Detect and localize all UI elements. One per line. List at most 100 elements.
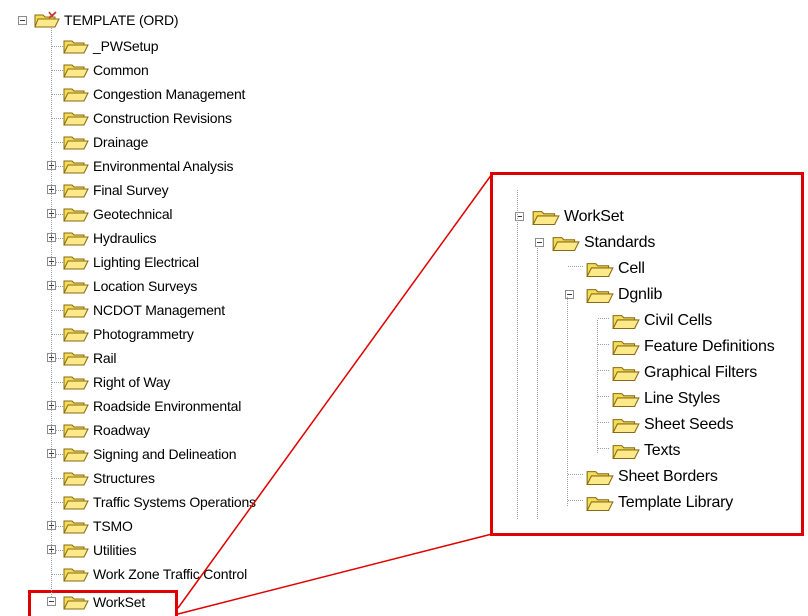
tree-item-label: Signing and Delineation (93, 446, 237, 462)
expand-icon[interactable] (47, 281, 56, 290)
tree-item[interactable]: Roadway (62, 418, 150, 442)
expand-icon[interactable] (47, 521, 56, 530)
tree-node-root[interactable]: TEMPLATE (ORD) (18, 8, 179, 32)
zoom-node-label: WorkSet (564, 208, 624, 225)
zoom-node-label: Line Styles (644, 390, 721, 407)
zoom-node-label: Dgnlib (618, 286, 663, 303)
collapse-icon[interactable] (18, 16, 27, 25)
folder-icon (586, 471, 614, 486)
tree-item-label: NCDOT Management (93, 302, 225, 318)
folder-icon (63, 40, 89, 54)
zoom-node-cell[interactable]: Cell (585, 257, 645, 281)
zoom-node-dgnlib[interactable]: Dgnlib (585, 283, 662, 307)
tree-item[interactable]: Environmental Analysis (62, 154, 234, 178)
zoom-node-label: Texts (644, 442, 681, 459)
tree-item[interactable]: Final Survey (62, 178, 169, 202)
folder-icon (63, 472, 89, 486)
tree-item[interactable]: NCDOT Management (62, 298, 225, 322)
zoom-callout-box: WorkSet Standards Cell Dgnlib Civil Cell… (490, 172, 804, 536)
tree-item[interactable]: Right of Way (62, 370, 170, 394)
expand-icon[interactable] (47, 449, 56, 458)
folder-icon (63, 64, 89, 78)
tree-item[interactable]: Work Zone Traffic Control (62, 562, 247, 586)
tree-item[interactable]: Geotechnical (62, 202, 173, 226)
folder-icon (63, 112, 89, 126)
zoom-node-sheet-borders[interactable]: Sheet Borders (585, 465, 718, 489)
zoom-node-label: Civil Cells (644, 312, 713, 329)
folder-icon (63, 544, 89, 558)
tree-item-label: Utilities (93, 542, 137, 558)
folder-icon (63, 184, 89, 198)
folder-icon (63, 376, 89, 390)
tree-item[interactable]: Drainage (62, 130, 148, 154)
tree-item-label: Geotechnical (93, 206, 173, 222)
tree-item[interactable]: Structures (62, 466, 155, 490)
expand-icon[interactable] (47, 425, 56, 434)
folder-icon (63, 520, 89, 534)
tree-item-label: Hydraulics (93, 230, 157, 246)
zoom-node-label: Feature Definitions (644, 338, 775, 355)
tree-item[interactable]: Construction Revisions (62, 106, 232, 130)
tree-item[interactable]: Rail (62, 346, 117, 370)
collapse-icon[interactable] (535, 238, 544, 247)
tree-item[interactable]: _PWSetup (62, 34, 159, 58)
collapse-icon[interactable] (565, 290, 574, 299)
folder-icon (586, 289, 614, 304)
tree-item[interactable]: Lighting Electrical (62, 250, 199, 274)
tree-item[interactable]: Traffic Systems Operations (62, 490, 256, 514)
tree-item[interactable]: Common (62, 58, 149, 82)
zoom-node-feature-definitions[interactable]: Feature Definitions (611, 335, 775, 359)
expand-icon[interactable] (47, 545, 56, 554)
expand-icon[interactable] (47, 233, 56, 242)
expand-icon[interactable] (47, 257, 56, 266)
folder-icon (612, 445, 640, 460)
expand-icon[interactable] (47, 401, 56, 410)
folder-icon (63, 280, 89, 294)
folder-icon (63, 400, 89, 414)
tree-item[interactable]: TSMO (62, 514, 133, 538)
zoom-node-sheet-seeds[interactable]: Sheet Seeds (611, 413, 734, 437)
zoom-node-standards[interactable]: Standards (551, 231, 655, 255)
folder-icon (63, 448, 89, 462)
folder-icon (63, 136, 89, 150)
tree-item-label: Common (93, 62, 149, 78)
expand-icon[interactable] (47, 209, 56, 218)
tree-item[interactable]: Roadside Environmental (62, 394, 241, 418)
tree-item-label: Drainage (93, 134, 149, 150)
tree-node-root-label: TEMPLATE (ORD) (64, 12, 179, 28)
tree-item[interactable]: Location Surveys (62, 274, 197, 298)
expand-icon[interactable] (47, 185, 56, 194)
tree-item[interactable]: Hydraulics (62, 226, 157, 250)
folder-icon (612, 315, 640, 330)
folder-icon (612, 419, 640, 434)
project-explorer-tree: TEMPLATE (ORD) _PWSetup Common Congestio… (0, 0, 808, 616)
tree-item[interactable]: Utilities (62, 538, 137, 562)
zoom-node-texts[interactable]: Texts (611, 439, 681, 463)
expand-icon[interactable] (47, 353, 56, 362)
highlight-box-workset (28, 590, 178, 616)
zoom-node-civil-cells[interactable]: Civil Cells (611, 309, 712, 333)
zoom-node-graphical-filters[interactable]: Graphical Filters (611, 361, 757, 385)
tree-item[interactable]: Congestion Management (62, 82, 245, 106)
datasource-folder-icon (34, 11, 60, 28)
folder-icon (63, 256, 89, 270)
tree-item[interactable]: Signing and Delineation (62, 442, 236, 466)
folder-icon (612, 393, 640, 408)
folder-icon (612, 341, 640, 356)
tree-item-label: Roadside Environmental (93, 398, 242, 414)
expand-icon[interactable] (47, 161, 56, 170)
zoom-node-workset[interactable]: WorkSet (531, 205, 624, 229)
zoom-node-line-styles[interactable]: Line Styles (611, 387, 720, 411)
tree-item-label: TSMO (93, 518, 133, 534)
tree-item-label: Congestion Management (93, 86, 246, 102)
zoom-node-label: Sheet Seeds (644, 416, 734, 433)
folder-icon (63, 352, 89, 366)
folder-icon (63, 328, 89, 342)
tree-item-label: Final Survey (93, 182, 169, 198)
tree-item[interactable]: Photogrammetry (62, 322, 194, 346)
tree-item-label: Structures (93, 470, 155, 486)
zoom-node-template-library[interactable]: Template Library (585, 491, 733, 515)
folder-icon (63, 88, 89, 102)
collapse-icon[interactable] (515, 212, 524, 221)
zoom-node-label: Standards (584, 234, 656, 251)
